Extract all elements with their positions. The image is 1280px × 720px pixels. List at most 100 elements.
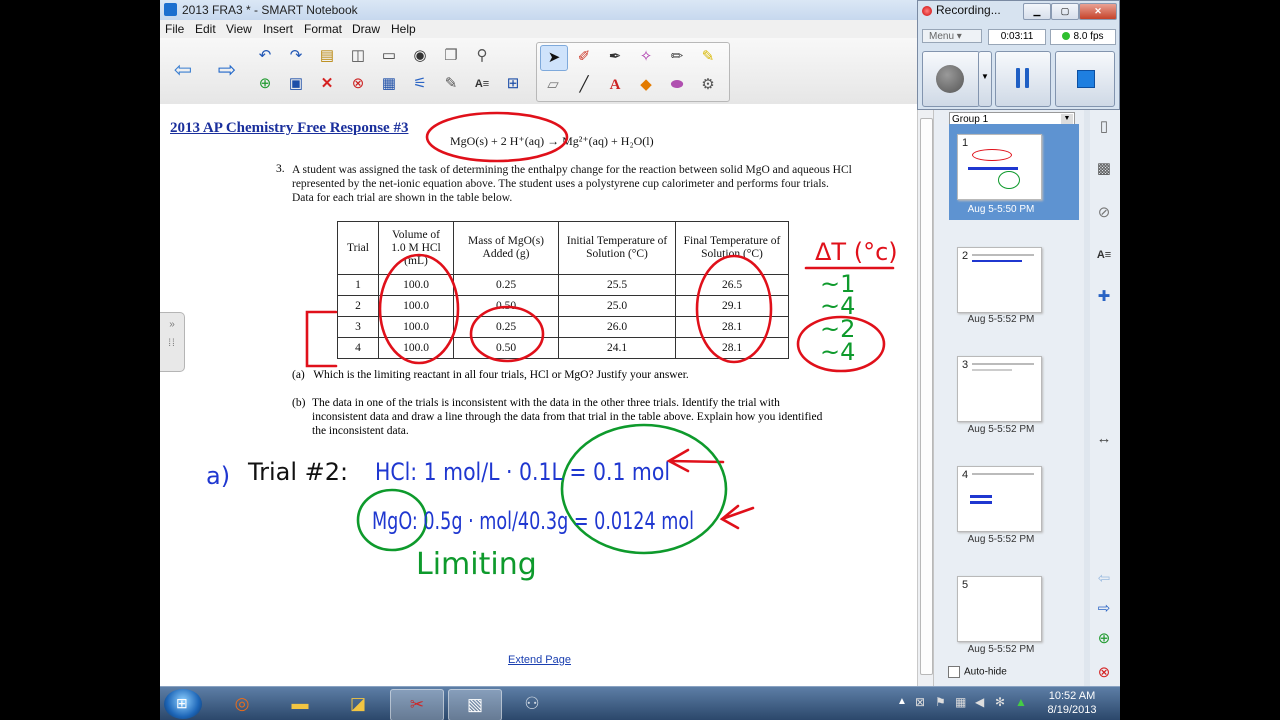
drive-icon[interactable]: ▲ xyxy=(1015,695,1027,709)
highlighter-button[interactable]: ✎ xyxy=(695,45,721,69)
menu-draw[interactable]: Draw xyxy=(352,22,380,36)
select-button[interactable]: ➤ xyxy=(540,45,568,71)
taskbar-clock[interactable]: 10:52 AM 8/19/2013 xyxy=(1040,689,1104,717)
side-panel-toggle[interactable]: » ⁞⁞ xyxy=(160,312,185,372)
insert-text-button[interactable]: A≡ xyxy=(469,72,495,96)
table-cell: 29.1 xyxy=(675,295,789,317)
extend-page-link[interactable]: Extend Page xyxy=(508,654,571,666)
smart-notebook-taskbar-button[interactable]: ▧ xyxy=(448,689,502,720)
move-sidebar-icon[interactable]: ↔ xyxy=(1093,428,1115,450)
camera-button[interactable]: ◉ xyxy=(407,44,433,68)
menu-insert[interactable]: Insert xyxy=(263,22,293,36)
ink-limiting: Limiting xyxy=(416,547,537,582)
notebook-icon: ▧ xyxy=(466,695,484,714)
magnifier-button[interactable]: ⚲ xyxy=(469,44,495,68)
forward-button[interactable]: ⇨ xyxy=(214,58,244,82)
recorder-menu-button[interactable]: Menu ▾ xyxy=(922,29,982,43)
magic-pen-button[interactable]: ✧ xyxy=(633,45,659,69)
table-cell: 26.0 xyxy=(558,316,676,338)
save-button[interactable]: ▣ xyxy=(283,72,309,96)
chevron-down-icon: ▼ xyxy=(1061,114,1073,124)
attachments-tab-icon[interactable]: ⊘ xyxy=(1093,202,1115,224)
firefox-icon: ◎ xyxy=(234,694,250,713)
pause-button[interactable] xyxy=(995,51,1051,107)
page-thumb-4[interactable]: 4 xyxy=(957,466,1042,532)
close-button[interactable]: ✕ xyxy=(1079,3,1117,20)
copy-button[interactable]: ❐ xyxy=(438,44,464,68)
tray-app-icon[interactable]: ⊠ xyxy=(915,695,925,709)
properties-button[interactable]: ⚙ xyxy=(695,73,721,97)
scroll-thumb[interactable] xyxy=(920,118,933,675)
text-button[interactable]: A xyxy=(602,73,628,97)
tools-button[interactable]: ✎ xyxy=(438,72,464,96)
ink-red-arrow-2 xyxy=(719,504,755,530)
screen-shade-button[interactable]: ◫ xyxy=(345,44,371,68)
pen-button[interactable]: ✏ xyxy=(664,45,690,69)
page-thumb-2[interactable]: 2 xyxy=(957,247,1042,313)
table-cell: 3 xyxy=(337,316,379,338)
document-camera-button[interactable]: ⚟ xyxy=(407,72,433,96)
ink-approx-3: ~2 xyxy=(820,315,855,343)
delete-button[interactable]: ✕ xyxy=(314,72,340,96)
redo-button[interactable]: ↷ xyxy=(283,44,309,68)
page-thumb-5[interactable]: 5 xyxy=(957,576,1042,642)
action-center-icon[interactable]: ⚑ xyxy=(935,695,946,709)
menu-file[interactable]: File xyxy=(165,22,184,36)
back-button[interactable]: ⇦ xyxy=(170,58,200,82)
screen: 2013 FRA3 * - SMART Notebook File Edit V… xyxy=(160,0,1120,720)
recorder-taskbar-button[interactable]: ⚇ xyxy=(506,689,558,719)
screen-capture-button[interactable]: ▦ xyxy=(376,72,402,96)
network-icon[interactable]: ▦ xyxy=(955,695,966,709)
undo-button[interactable]: ↶ xyxy=(252,44,278,68)
menu-edit[interactable]: Edit xyxy=(195,22,216,36)
record-button[interactable] xyxy=(922,51,980,107)
line-button[interactable]: ╱ xyxy=(571,73,597,97)
add-page-rail-icon[interactable]: ⊕ xyxy=(1093,628,1115,650)
autohide-checkbox[interactable] xyxy=(948,666,960,678)
page-scrollbar[interactable] xyxy=(917,104,934,686)
magic-pen-icon: ✧ xyxy=(639,48,653,65)
delete-page-rail-icon[interactable]: ⊗ xyxy=(1093,662,1115,684)
firefox-taskbar-button[interactable]: ◎ xyxy=(216,689,268,719)
properties-tab-icon[interactable]: A≡ xyxy=(1093,244,1115,266)
fill-bucket-icon: ◆ xyxy=(640,76,652,93)
clear-page-button[interactable]: ⊗ xyxy=(345,72,371,96)
record-circle-icon xyxy=(936,65,964,93)
autohide-option[interactable]: Auto-hide xyxy=(948,666,1007,678)
creative-pen-button[interactable]: ✒ xyxy=(602,45,628,69)
minimize-button[interactable]: ▁ xyxy=(1023,3,1051,20)
snipping-tool-taskbar-button[interactable]: ✂ xyxy=(390,689,444,720)
previous-page-icon[interactable]: ⇦ xyxy=(1093,568,1115,590)
maximize-icon: ▢ xyxy=(1060,6,1070,16)
stop-button[interactable] xyxy=(1055,51,1115,107)
show-hidden-icons-icon[interactable]: ▲ xyxy=(897,696,907,707)
page-thumb-1[interactable]: 1 xyxy=(957,134,1042,200)
record-options-button[interactable]: ▼ xyxy=(978,51,992,107)
menu-help[interactable]: Help xyxy=(391,22,416,36)
notebook-page[interactable]: 2013 AP Chemistry Free Response #3 MgO(s… xyxy=(160,104,918,686)
pens-button[interactable]: ✐ xyxy=(571,45,597,69)
stop-square-icon xyxy=(1077,70,1095,88)
menu-format[interactable]: Format xyxy=(304,22,342,36)
page-sorter-tab-icon[interactable]: ▯ xyxy=(1093,116,1115,138)
volume-icon[interactable]: ◀ xyxy=(975,695,984,709)
addons-tab-icon[interactable]: ✚ xyxy=(1093,286,1115,308)
gallery-tab-icon[interactable]: ▩ xyxy=(1093,158,1115,180)
page-thumb-3[interactable]: 3 xyxy=(957,356,1042,422)
table-button[interactable]: ⊞ xyxy=(500,72,526,96)
thumb-text-line xyxy=(972,363,1034,365)
menu-view[interactable]: View xyxy=(226,22,252,36)
start-button[interactable]: ⊞ xyxy=(164,689,202,719)
notebook-gallery-taskbar-button[interactable]: ◪ xyxy=(332,689,384,719)
shape-button[interactable]: ⬬ xyxy=(664,73,690,97)
fill-button[interactable]: ◆ xyxy=(633,73,659,97)
add-page-button[interactable]: ⊕ xyxy=(252,72,278,96)
next-page-icon[interactable]: ⇨ xyxy=(1093,598,1115,620)
maximize-button[interactable]: ▢ xyxy=(1051,3,1079,20)
record-dot-icon xyxy=(922,5,932,16)
paste-button[interactable]: ▤ xyxy=(314,44,340,68)
eraser-button[interactable]: ▱ xyxy=(540,73,566,97)
show-hide-button[interactable]: ▭ xyxy=(376,44,402,68)
explorer-taskbar-button[interactable]: ▬ xyxy=(274,689,326,719)
bluetooth-icon[interactable]: ✻ xyxy=(995,695,1005,709)
